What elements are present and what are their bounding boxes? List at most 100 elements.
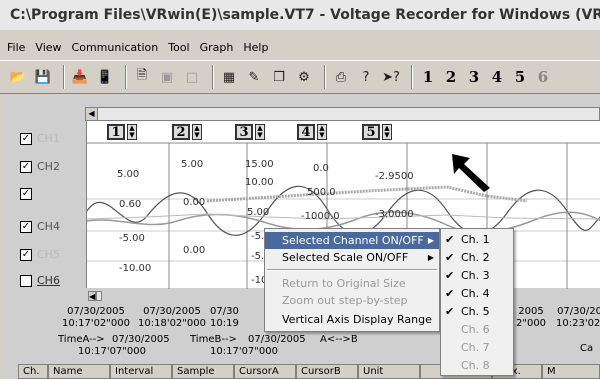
time-a-label: TimeA-->	[58, 334, 105, 345]
context-menu: Selected Channel ON/OFF ▶ Selected Scale …	[264, 228, 440, 332]
menu-item-selected-channel[interactable]: Selected Channel ON/OFF ▶	[265, 232, 439, 249]
channel-row-6[interactable]: CH6	[20, 274, 60, 287]
spinner-arrows-icon[interactable]: ▲ ▼	[382, 124, 392, 140]
edit-icon[interactable]: ✎	[244, 66, 264, 88]
menu-item-vertical-axis-range[interactable]: Vertical Axis Display Range	[265, 311, 439, 328]
channel-row-3[interactable]: ✓	[20, 188, 37, 200]
channel-button-3[interactable]: 3	[464, 66, 484, 88]
menu-tool[interactable]: Tool	[168, 41, 189, 54]
scale-spinner-4[interactable]: 4 ▲ ▼	[297, 123, 327, 141]
zoom-in-icon[interactable]: ▣	[157, 66, 177, 88]
menu-file[interactable]: File	[7, 41, 25, 54]
channel-checkbox[interactable]: ✓	[20, 220, 32, 233]
submenu-item-ch4[interactable]: ✔ Ch. 4	[441, 285, 513, 303]
submenu-item-ch6[interactable]: Ch. 6	[441, 321, 513, 339]
scale-label: 0.00	[183, 197, 206, 208]
time-b-time: 10:17'07"000	[210, 346, 278, 357]
context-help-icon[interactable]: ➤?	[381, 66, 401, 88]
scale-spinner-5[interactable]: 5 ▲ ▼	[362, 123, 392, 141]
menu-help[interactable]: Help	[243, 41, 268, 54]
menu-graph[interactable]: Graph	[200, 41, 234, 54]
col-unit[interactable]: Unit	[358, 364, 420, 379]
spinner-arrows-icon[interactable]: ▲ ▼	[255, 124, 265, 140]
col-m[interactable]: M	[542, 364, 600, 379]
save-icon[interactable]: 💾	[33, 66, 53, 88]
submenu-arrow-icon: ▶	[427, 253, 434, 262]
submenu-item-ch7[interactable]: Ch. 7	[441, 339, 513, 357]
submenu-item-ch1[interactable]: ✔ Ch. 1	[441, 231, 513, 249]
toolbar-separator	[212, 65, 214, 89]
open-icon[interactable]: 📂	[8, 66, 28, 88]
submenu-item-ch5[interactable]: ✔ Ch. 5	[441, 303, 513, 321]
channel-button-6[interactable]: 6	[533, 66, 553, 88]
menu-communication[interactable]: Communication	[72, 41, 159, 54]
scale-label: -3.0000	[375, 209, 414, 220]
menu-bar: File View Communication Tool Graph Help	[0, 38, 273, 56]
scale-label: 0.00	[183, 245, 206, 256]
channel-checkbox[interactable]	[20, 274, 32, 287]
spinner-arrows-icon[interactable]: ▲ ▼	[192, 124, 202, 140]
settings-icon[interactable]: ⚙	[294, 66, 314, 88]
channel-button-2[interactable]: 2	[441, 66, 461, 88]
scale-label: 5.00	[247, 207, 270, 218]
channel-submenu: ✔ Ch. 1 ✔ Ch. 2 ✔ Ch. 3 ✔ Ch. 4 ✔ Ch. 5 Ch. 6…	[440, 228, 514, 376]
scale-label: -10.00	[119, 263, 152, 274]
channel-row-5[interactable]: ✓ CH5	[20, 248, 60, 261]
scale-label: 500.0	[307, 187, 336, 198]
menu-item-zoom-out[interactable]: Zoom out step-by-step	[265, 292, 439, 309]
channel-checkbox[interactable]: ✓	[20, 160, 32, 173]
spinner-arrows-icon[interactable]: ▲ ▼	[127, 124, 137, 140]
col-ch[interactable]: Ch.	[18, 364, 48, 379]
diff-label: A<-->B	[320, 334, 358, 345]
scale-spinner-2[interactable]: 2 ▲ ▼	[172, 123, 202, 141]
menu-item-return-original[interactable]: Return to Original Size	[265, 275, 439, 292]
submenu-item-ch8[interactable]: Ch. 8	[441, 357, 513, 375]
corner-label: Ca	[580, 343, 594, 354]
time-a-date: 07/30/2005	[112, 334, 170, 345]
help-icon[interactable]: ?	[356, 66, 376, 88]
table-icon[interactable]: ▦	[219, 66, 239, 88]
scale-label: 5.00	[181, 159, 204, 170]
print-icon[interactable]: ⎙	[331, 66, 351, 88]
scale-label: 15.00	[245, 159, 274, 170]
channel-button-4[interactable]: 4	[487, 66, 507, 88]
document-icon[interactable]: 🗎	[132, 66, 152, 88]
scale-spinner-1[interactable]: 1 ▲ ▼	[107, 123, 137, 141]
col-interval[interactable]: Interval	[110, 364, 172, 379]
menu-item-selected-scale[interactable]: Selected Scale ON/OFF ▶	[265, 249, 439, 266]
scroll-left-icon[interactable]: ◀	[86, 108, 98, 120]
col-name[interactable]: Name	[48, 364, 110, 379]
download-icon[interactable]: 📥	[70, 66, 90, 88]
copy-icon[interactable]: ❐	[269, 66, 289, 88]
menu-view[interactable]: View	[35, 41, 61, 54]
channel-checkbox[interactable]: ✓	[20, 188, 32, 200]
channel-button-5[interactable]: 5	[510, 66, 530, 88]
channel-row-1[interactable]: ✓ CH1	[20, 132, 60, 145]
time-b-label: TimeB-->	[190, 334, 237, 345]
col-cursor-b[interactable]: CursorB	[296, 364, 358, 379]
scale-spinner-3[interactable]: 3 ▲ ▼	[235, 123, 265, 141]
channel-button-1[interactable]: 1	[418, 66, 438, 88]
col-cursor-a[interactable]: CursorA	[234, 364, 296, 379]
channel-row-4[interactable]: ✓ CH4	[20, 220, 60, 233]
channel-name: CH6	[37, 274, 60, 287]
menu-divider	[267, 269, 437, 271]
recorder-icon[interactable]: 📱	[95, 66, 115, 88]
title-bar: C:\Program Files\VRwin(E)\sample.VT7 - V…	[0, 0, 600, 30]
channel-row-2[interactable]: ✓ CH2	[20, 160, 60, 173]
submenu-item-ch2[interactable]: ✔ Ch. 2	[441, 249, 513, 267]
scale-label: 10.00	[245, 177, 274, 188]
submenu-arrow-icon: ▶	[427, 236, 434, 245]
waveform-ch1	[87, 213, 600, 220]
channel-name: CH5	[37, 248, 60, 261]
channel-checkbox[interactable]: ✓	[20, 248, 32, 261]
channel-checkbox[interactable]: ✓	[20, 132, 32, 145]
zoom-out-icon[interactable]: □	[182, 66, 202, 88]
time-tick: 07/30/2005 10:17'02"000	[62, 306, 130, 329]
checkmark-icon: ✔	[445, 305, 455, 318]
spinner-arrows-icon[interactable]: ▲ ▼	[317, 124, 327, 140]
horizontal-scrollbar[interactable]: ◀	[85, 107, 600, 121]
col-sample[interactable]: Sample	[172, 364, 234, 379]
submenu-item-ch3[interactable]: ✔ Ch. 3	[441, 267, 513, 285]
channel-name: CH1	[37, 132, 60, 145]
